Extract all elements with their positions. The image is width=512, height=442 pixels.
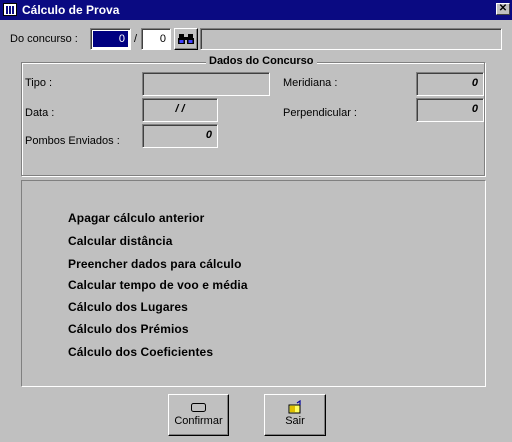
concurso-number-value: 0 <box>93 31 128 47</box>
exit-button[interactable]: Sair <box>264 394 326 436</box>
meridiana-field: 0 <box>416 72 484 96</box>
menu-preencher-dados[interactable]: Preencher dados para cálculo <box>68 257 242 271</box>
concurso-number-input[interactable]: 0 <box>90 28 131 50</box>
menu-apagar-calculo[interactable]: Apagar cálculo anterior <box>68 211 204 225</box>
exit-door-icon <box>288 400 301 414</box>
tipo-field <box>142 72 270 96</box>
menu-calculo-premios[interactable]: Cálculo dos Prémios <box>68 322 189 336</box>
window-title: Cálculo de Prova <box>22 3 120 17</box>
tipo-label: Tipo : <box>25 77 53 89</box>
concurso-separator: / <box>134 33 138 45</box>
concurso-label: Do concurso : <box>10 33 78 45</box>
meridiana-label: Meridiana : <box>283 77 338 89</box>
exit-button-label: Sair <box>285 415 305 427</box>
title-bar: Cálculo de Prova ✕ <box>0 0 512 20</box>
confirm-icon <box>191 403 206 412</box>
confirm-button[interactable]: Confirmar <box>168 394 229 436</box>
concurso-year-input[interactable]: 0 <box>141 28 171 50</box>
perpendicular-label: Perpendicular : <box>283 107 357 119</box>
menu-calculo-coeficientes[interactable]: Cálculo dos Coeficientes <box>68 345 213 359</box>
search-concurso-button[interactable] <box>174 28 198 50</box>
pombos-enviados-label: Pombos Enviados : <box>25 135 120 147</box>
concurso-description-field <box>200 28 502 50</box>
pombos-enviados-field: 0 <box>142 124 218 148</box>
data-field: / / <box>142 98 218 122</box>
close-icon: ✕ <box>498 3 508 14</box>
menu-calculo-lugares[interactable]: Cálculo dos Lugares <box>68 300 188 314</box>
perpendicular-field: 0 <box>416 98 484 122</box>
confirm-button-label: Confirmar <box>174 415 223 427</box>
close-button[interactable]: ✕ <box>496 3 510 15</box>
binoculars-icon <box>178 34 194 44</box>
app-window-icon <box>3 3 17 16</box>
data-label: Data : <box>25 107 55 119</box>
menu-calcular-tempo-voo[interactable]: Calcular tempo de voo e média <box>68 278 248 292</box>
dados-concurso-legend: Dados do Concurso <box>206 55 317 67</box>
menu-calcular-distancia[interactable]: Calcular distância <box>68 234 173 248</box>
